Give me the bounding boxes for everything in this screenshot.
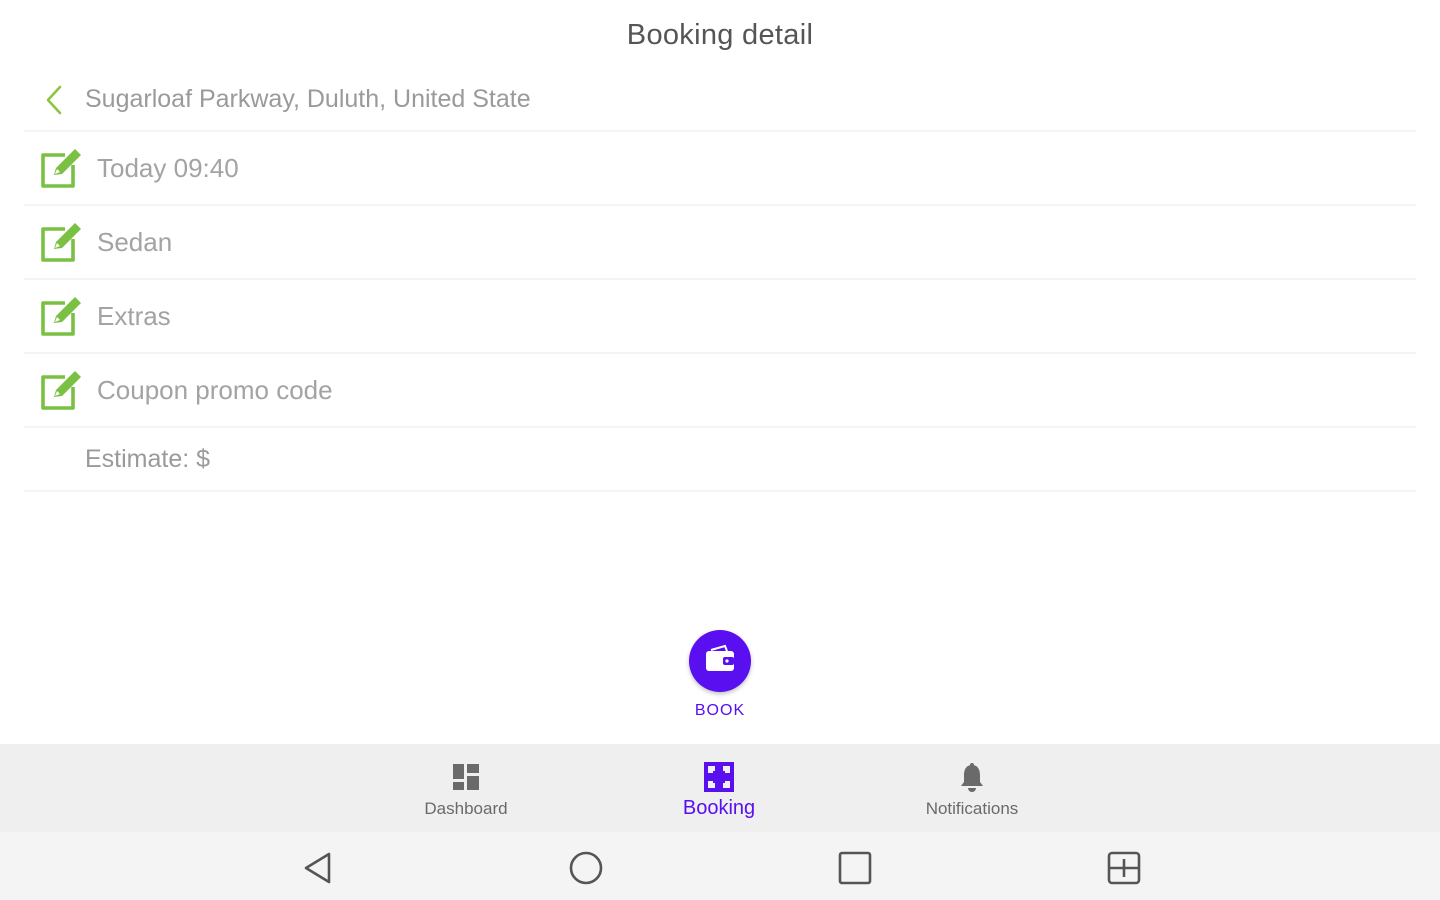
edit-icon[interactable] [38, 145, 84, 191]
estimate-label: Estimate: $ [85, 444, 211, 473]
bottom-navigation: Dashboard Booking Notifications [0, 744, 1440, 832]
home-circle-icon[interactable] [566, 848, 606, 888]
dashboard-icon [449, 760, 483, 794]
vehicle-row[interactable]: Sedan [24, 206, 1416, 280]
split-screen-icon[interactable] [1104, 848, 1144, 888]
system-navigation-bar [0, 832, 1440, 900]
extras-row[interactable]: Extras [24, 280, 1416, 354]
bell-icon [955, 760, 989, 794]
nav-booking[interactable]: Booking [639, 744, 799, 832]
nav-notifications-label: Notifications [925, 799, 1019, 818]
coupon-row[interactable]: Coupon promo code [24, 354, 1416, 428]
edit-icon[interactable] [38, 219, 84, 265]
nav-dashboard-label: Dashboard [424, 799, 508, 818]
page-title: Booking detail [626, 18, 814, 51]
address-text: Sugarloaf Parkway, Duluth, United State [85, 84, 531, 113]
book-fab[interactable] [689, 630, 751, 692]
book-label: BOOK [694, 702, 746, 719]
address-row: Sugarloaf Parkway, Duluth, United State [24, 68, 1416, 132]
nav-booking-label: Booking [682, 797, 756, 819]
edit-icon[interactable] [38, 293, 84, 339]
nav-notifications[interactable]: Notifications [892, 744, 1052, 832]
datetime-row[interactable]: Today 09:40 [24, 132, 1416, 206]
book-button[interactable]: BOOK [660, 630, 780, 726]
header-bar: Booking detail [0, 0, 1440, 70]
recents-square-icon[interactable] [835, 848, 875, 888]
estimate-row: Estimate: $ [24, 428, 1416, 492]
booking-icon [702, 760, 736, 794]
edit-icon[interactable] [38, 367, 84, 413]
back-triangle-icon[interactable] [298, 848, 338, 888]
wallet-icon [703, 644, 737, 679]
vehicle-label: Sedan [97, 226, 173, 257]
extras-label: Extras [97, 300, 171, 331]
nav-dashboard[interactable]: Dashboard [386, 744, 546, 832]
datetime-label: Today 09:40 [97, 152, 239, 183]
coupon-label: Coupon promo code [97, 374, 333, 405]
chevron-left-icon[interactable] [40, 84, 70, 116]
booking-details-list: Sugarloaf Parkway, Duluth, United State … [24, 68, 1416, 492]
